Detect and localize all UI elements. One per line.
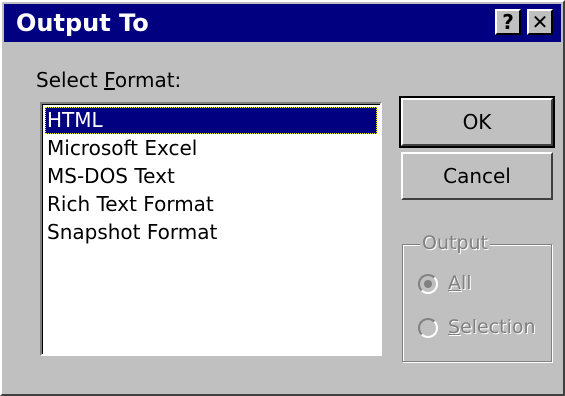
select-format-label: Select Format:	[36, 68, 181, 92]
list-item-html[interactable]: HTML	[45, 107, 377, 134]
cancel-button[interactable]: Cancel	[401, 152, 553, 200]
select-format-label-prefix: Select	[36, 68, 105, 92]
selection-radio-label: Selection	[448, 316, 536, 338]
help-icon: ?	[502, 10, 514, 34]
output-group-legend: Output	[420, 232, 490, 254]
help-button[interactable]: ?	[495, 9, 521, 35]
close-icon: ✕	[531, 10, 549, 34]
selection-radio[interactable]	[418, 318, 438, 338]
dialog-title: Output To	[16, 9, 149, 37]
list-item-microsoft-excel[interactable]: Microsoft Excel	[45, 135, 377, 162]
close-button[interactable]: ✕	[527, 9, 553, 35]
output-groupbox	[402, 244, 552, 362]
list-item-ms-dos-text[interactable]: MS-DOS Text	[45, 163, 377, 190]
all-radio-label: All	[448, 272, 472, 294]
list-item-rich-text-format[interactable]: Rich Text Format	[45, 191, 377, 218]
format-listbox[interactable]: HTML Microsoft Excel MS-DOS Text Rich Te…	[40, 102, 382, 356]
selection-radio-label-rest: election	[460, 316, 536, 338]
all-radio-label-mnemonic: A	[448, 272, 461, 294]
output-to-dialog: Output To ? ✕ Select Format: HTML Micros…	[0, 0, 565, 396]
title-bar[interactable]: Output To ? ✕	[4, 4, 561, 42]
select-format-label-suffix: ormat:	[114, 68, 182, 92]
selection-radio-label-mnemonic: S	[448, 316, 461, 338]
list-item-snapshot-format[interactable]: Snapshot Format	[45, 219, 377, 246]
ok-button[interactable]: OK	[399, 96, 555, 148]
all-radio-label-rest: ll	[461, 272, 472, 294]
all-radio[interactable]	[418, 274, 438, 294]
select-format-label-mnemonic: F	[104, 68, 115, 92]
